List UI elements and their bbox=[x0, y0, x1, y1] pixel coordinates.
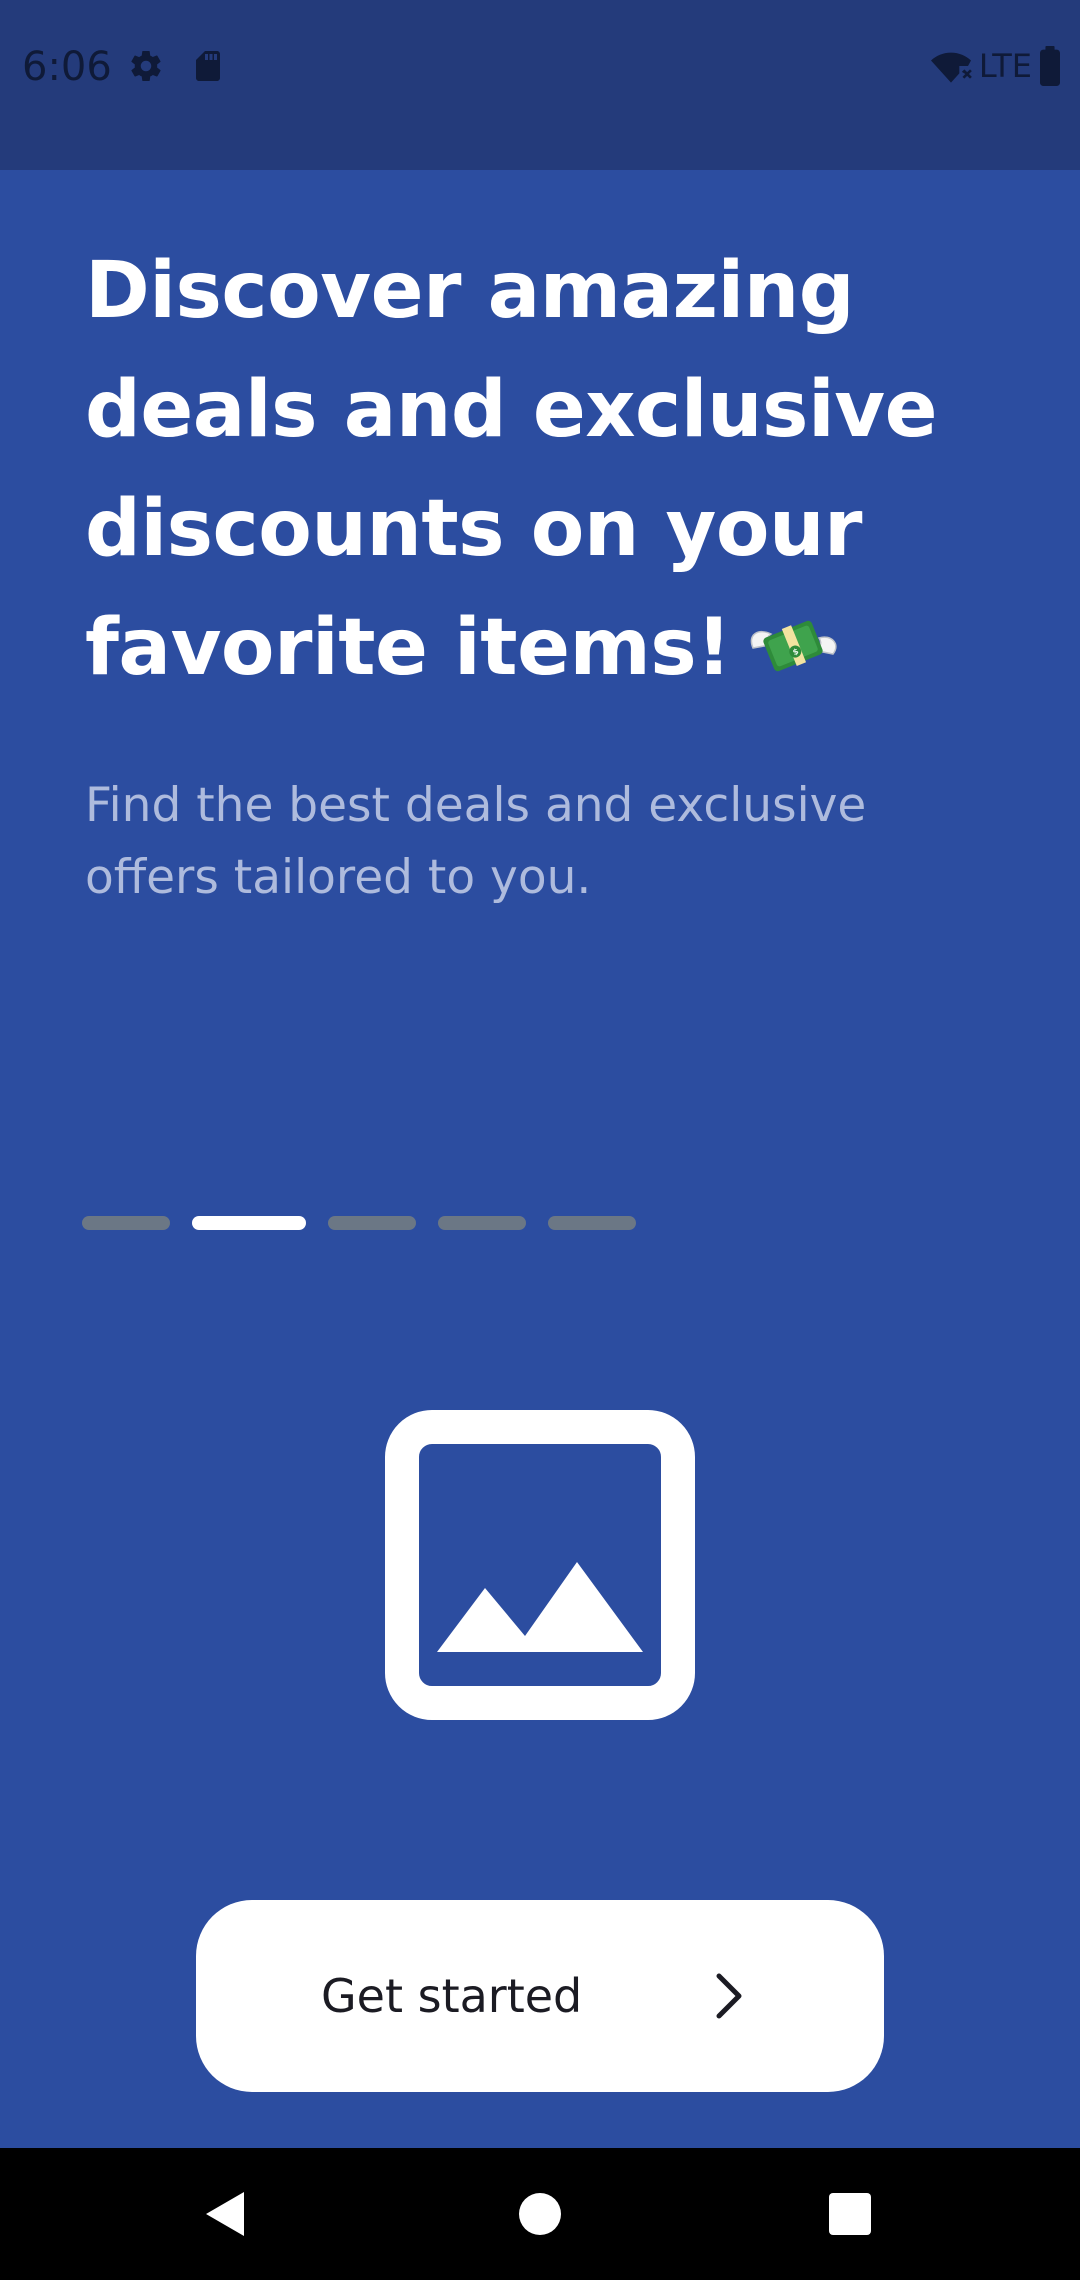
onboarding-subtext: Find the best deals and exclusive offers… bbox=[85, 778, 867, 905]
battery-icon bbox=[1038, 46, 1062, 86]
get-started-button[interactable]: Get started bbox=[196, 1900, 884, 2092]
recents-icon[interactable] bbox=[820, 2184, 880, 2244]
page-indicator-dot-5[interactable] bbox=[548, 1216, 636, 1230]
page-indicator bbox=[82, 1216, 636, 1230]
status-indicators: LTE bbox=[929, 44, 1062, 88]
sd-card-icon bbox=[190, 48, 226, 84]
status-bar: 6:06 LTE bbox=[0, 0, 1080, 170]
wifi-off-icon bbox=[929, 46, 973, 86]
status-time: 6:06 bbox=[22, 44, 112, 90]
page-indicator-dot-2-active[interactable] bbox=[192, 1216, 306, 1230]
page-indicator-dot-3[interactable] bbox=[328, 1216, 416, 1230]
page-indicator-dot-4[interactable] bbox=[438, 1216, 526, 1230]
get-started-label: Get started bbox=[321, 1969, 583, 2023]
image-placeholder-icon bbox=[385, 1410, 695, 1720]
system-navigation-bar bbox=[0, 2148, 1080, 2280]
chevron-right-icon bbox=[701, 1968, 757, 2024]
back-icon[interactable] bbox=[196, 2184, 256, 2244]
onboarding-headline: Discover amazing deals and exclusive dis… bbox=[85, 232, 985, 708]
page-indicator-dot-1[interactable] bbox=[82, 1216, 170, 1230]
network-type-label: LTE bbox=[978, 47, 1032, 85]
home-icon[interactable] bbox=[510, 2184, 570, 2244]
money-with-wings-icon: $ bbox=[745, 599, 841, 679]
settings-icon bbox=[128, 48, 164, 84]
